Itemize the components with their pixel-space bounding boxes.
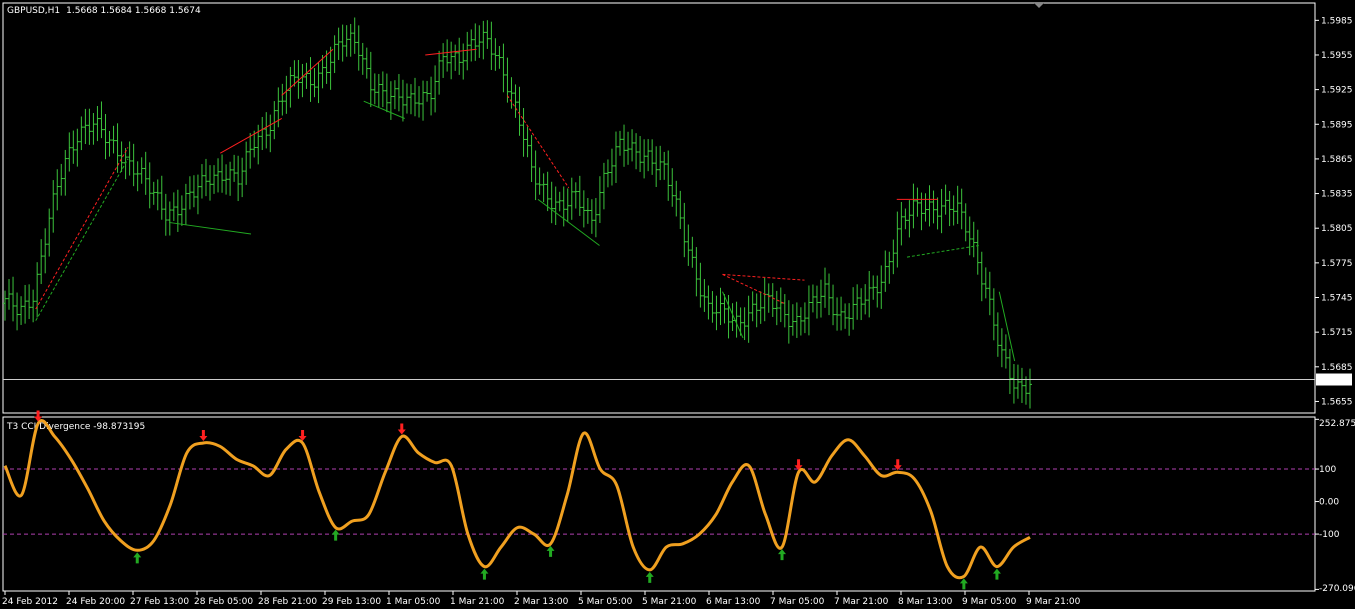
indicator-tick-label: 252.8752: [1319, 419, 1355, 429]
x-tick-label: 5 Mar 21:00: [642, 597, 697, 607]
x-tick-label: 28 Feb 21:00: [258, 597, 317, 607]
price-pane-frame: [2, 2, 1316, 414]
x-tick-label: 29 Feb 13:00: [322, 597, 381, 607]
x-tick-label: 24 Feb 20:00: [66, 597, 125, 607]
x-tick-label: 6 Mar 13:00: [706, 597, 761, 607]
price-tick-label: 1.5895: [1321, 120, 1353, 130]
x-tick-label: 9 Mar 21:00: [1026, 597, 1081, 607]
price-tick-label: 1.5655: [1321, 397, 1353, 407]
indicator-title: T3 CCI Divergence -98.873195: [6, 422, 145, 432]
price-chart-title: GBPUSD,H1 1.5668 1.5684 1.5668 1.5674: [7, 6, 201, 16]
price-tick-label: 1.5715: [1321, 328, 1353, 338]
price-tick-label: 1.5955: [1321, 51, 1353, 61]
x-tick-label: 27 Feb 13:00: [130, 597, 189, 607]
price-tick-label: 1.5805: [1321, 224, 1353, 234]
x-tick-label: 7 Mar 05:00: [770, 597, 825, 607]
x-tick-label: 1 Mar 21:00: [450, 597, 505, 607]
indicator-tick-label: -270.0962: [1319, 584, 1355, 594]
indicator-tick-label: -100: [1319, 530, 1340, 540]
x-tick-label: 8 Mar 13:00: [898, 597, 953, 607]
price-tick-label: 1.5925: [1321, 86, 1353, 96]
x-tick-label: 1 Mar 05:00: [386, 597, 441, 607]
chart-canvas: GBPUSD,H1 1.5668 1.5684 1.5668 1.5674 T3 …: [2, 2, 1355, 607]
x-tick-label: 5 Mar 05:00: [578, 597, 633, 607]
x-tick-label: 7 Mar 21:00: [834, 597, 889, 607]
price-tick-label: 1.5985: [1321, 16, 1353, 26]
current-price-label: 1.5674: [1319, 376, 1351, 386]
price-tick-label: 1.5775: [1321, 259, 1353, 269]
price-tick-label: 1.5835: [1321, 190, 1353, 200]
indicator-tick-label: 100: [1319, 465, 1336, 475]
indicator-tick-label: 0.00: [1319, 498, 1339, 508]
price-tick-label: 1.5685: [1321, 363, 1353, 373]
x-tick-label: 24 Feb 2012: [2, 597, 58, 607]
price-tick-label: 1.5865: [1321, 155, 1353, 165]
price-tick-label: 1.5745: [1321, 294, 1353, 304]
x-tick-label: 9 Mar 05:00: [962, 597, 1017, 607]
x-tick-label: 28 Feb 05:00: [194, 597, 253, 607]
x-tick-label: 2 Mar 13:00: [514, 597, 569, 607]
